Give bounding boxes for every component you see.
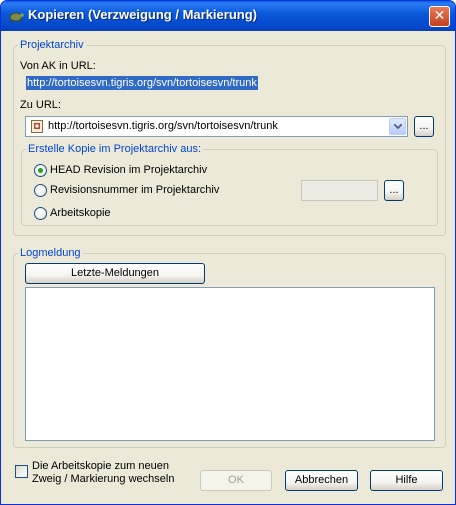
- ok-button[interactable]: OK: [200, 470, 272, 491]
- switch-label-line1: Die Arbeitskopie zum neuen: [32, 460, 169, 472]
- radio-head-revision-label[interactable]: HEAD Revision im Projektarchiv: [50, 164, 207, 176]
- switch-working-copy-label[interactable]: Die Arbeitskopie zum neuen Zweig / Marki…: [32, 460, 174, 486]
- help-button-label: Hilfe: [395, 474, 418, 486]
- radio-revision-number[interactable]: [34, 184, 47, 197]
- to-url-label: Zu URL:: [20, 99, 61, 111]
- switch-label-line2: Zweig / Markierung wechseln: [32, 473, 175, 485]
- recent-messages-button[interactable]: Letzte-Meldungen: [25, 263, 205, 284]
- chevron-down-icon: [394, 124, 402, 129]
- radio-head-revision[interactable]: [34, 164, 47, 177]
- recent-messages-button-label: Letzte-Meldungen: [70, 267, 160, 279]
- repository-legend: Projektarchiv: [20, 39, 84, 51]
- radio-working-copy-label[interactable]: Arbeitskopie: [50, 207, 111, 219]
- radio-revision-number-label[interactable]: Revisionsnummer im Projektarchiv: [50, 184, 219, 196]
- radio-working-copy[interactable]: [34, 207, 47, 220]
- from-url-label: Von AK in URL:: [20, 60, 96, 72]
- browse-url-button-label: ...: [419, 120, 429, 132]
- ok-button-label: OK: [228, 474, 244, 486]
- copy-dialog: Kopieren (Verzweigung / Markierung) ✕ Pr…: [0, 0, 456, 505]
- close-button[interactable]: ✕: [429, 6, 450, 27]
- title-bar[interactable]: Kopieren (Verzweigung / Markierung) ✕: [1, 1, 455, 31]
- copy-source-legend: Erstelle Kopie im Projektarchiv aus:: [28, 143, 202, 155]
- log-message-textarea[interactable]: [25, 287, 435, 441]
- to-url-value: http://tortoisesvn.tigris.org/svn/tortoi…: [48, 120, 278, 132]
- window-title: Kopieren (Verzweigung / Markierung): [28, 7, 257, 22]
- log-message-legend: Logmeldung: [20, 247, 81, 259]
- cancel-button[interactable]: Abbrechen: [285, 470, 358, 491]
- repository-icon: [31, 120, 43, 133]
- help-button[interactable]: Hilfe: [370, 470, 443, 491]
- switch-working-copy-checkbox[interactable]: [15, 465, 28, 478]
- revision-number-input[interactable]: [301, 180, 378, 201]
- dialog-body: Projektarchiv Von AK in URL: http://tort…: [4, 31, 452, 501]
- dropdown-button[interactable]: [389, 118, 406, 135]
- radio-selected-dot: [38, 168, 43, 173]
- cancel-button-label: Abbrechen: [294, 474, 349, 486]
- browse-url-button[interactable]: ...: [414, 116, 434, 137]
- from-url-value[interactable]: http://tortoisesvn.tigris.org/svn/tortoi…: [26, 76, 258, 90]
- close-icon: ✕: [433, 8, 446, 24]
- to-url-combobox[interactable]: http://tortoisesvn.tigris.org/svn/tortoi…: [25, 116, 408, 137]
- browse-revision-button-label: ...: [389, 184, 399, 196]
- browse-revision-button[interactable]: ...: [384, 180, 404, 201]
- tortoise-icon: [9, 12, 24, 23]
